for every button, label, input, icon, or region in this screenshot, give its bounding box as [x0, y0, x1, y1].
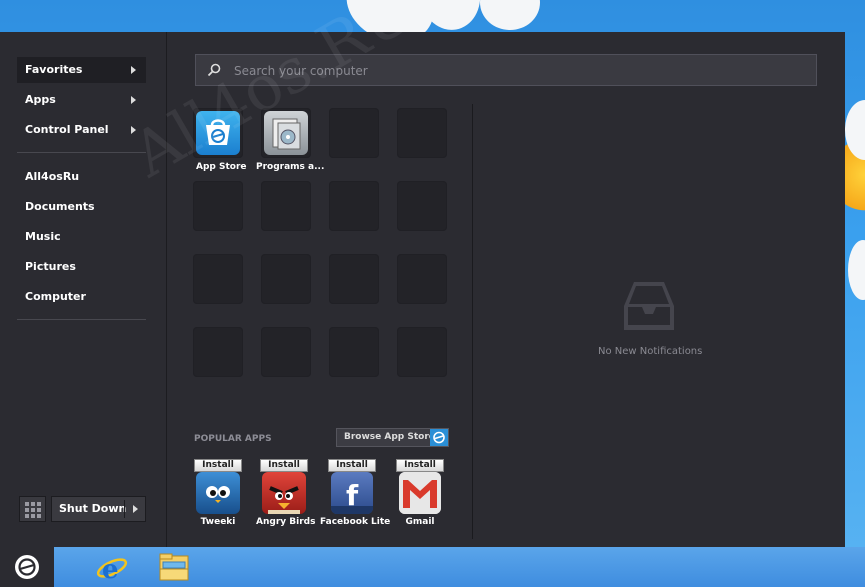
file-explorer-icon[interactable]	[158, 552, 190, 582]
tile-empty[interactable]	[261, 254, 311, 304]
start-orb-icon	[15, 555, 39, 579]
tile-empty[interactable]	[397, 327, 447, 377]
angry-birds-icon[interactable]	[262, 472, 306, 514]
app-label: Tweeki	[200, 517, 236, 527]
tile-label: Programs a...	[256, 162, 325, 172]
popular-apps-heading: POPULAR APPS	[194, 434, 272, 444]
taskbar: e	[0, 547, 865, 587]
tile-empty[interactable]	[329, 254, 379, 304]
install-button[interactable]: Install	[396, 459, 444, 472]
divider	[17, 319, 146, 320]
sidebar-item-documents[interactable]: Documents	[17, 194, 146, 220]
chevron-right-icon	[131, 66, 136, 74]
install-button[interactable]: Install	[328, 459, 376, 472]
app-store-icon	[430, 429, 448, 446]
tile-empty[interactable]	[193, 327, 243, 377]
tile-empty[interactable]	[397, 254, 447, 304]
facebook-icon[interactable]: f	[331, 472, 373, 514]
chevron-right-icon	[131, 96, 136, 104]
sidebar-item-computer[interactable]: Computer	[17, 284, 146, 310]
install-button[interactable]: Install	[194, 459, 242, 472]
inbox-icon	[624, 282, 674, 330]
tile-empty[interactable]	[397, 181, 447, 231]
tile-empty[interactable]	[261, 327, 311, 377]
gmail-icon[interactable]	[399, 472, 441, 514]
svg-text:e: e	[102, 555, 119, 583]
app-label: Facebook Lite	[320, 517, 391, 527]
install-button[interactable]: Install	[260, 459, 308, 472]
tile-empty[interactable]	[397, 108, 447, 158]
start-button[interactable]	[0, 547, 54, 587]
tile-empty[interactable]	[193, 181, 243, 231]
sidebar: Favorites Apps Control Panel All4osRu Do…	[0, 32, 167, 547]
chevron-right-icon[interactable]	[133, 505, 138, 513]
tile-empty[interactable]	[329, 181, 379, 231]
app-label: Gmail	[405, 517, 435, 527]
sidebar-item-music[interactable]: Music	[17, 224, 146, 250]
sidebar-item-apps[interactable]: Apps	[17, 87, 146, 113]
sidebar-item-favorites[interactable]: Favorites	[17, 57, 146, 83]
divider	[17, 152, 146, 153]
start-menu: Favorites Apps Control Panel All4osRu Do…	[0, 0, 845, 547]
tile-empty[interactable]	[329, 108, 379, 158]
tile-empty[interactable]	[329, 327, 379, 377]
all-apps-grid-button[interactable]	[19, 496, 46, 522]
shut-down-button[interactable]: Shut Down	[51, 496, 146, 522]
app-label: Angry Birds	[256, 517, 316, 527]
divider	[472, 104, 473, 539]
tile-empty[interactable]	[193, 254, 243, 304]
tile-empty[interactable]	[261, 181, 311, 231]
internet-explorer-icon[interactable]: e	[96, 551, 128, 583]
sidebar-item-all4osru[interactable]: All4osRu	[17, 164, 146, 190]
tweeki-icon[interactable]	[196, 472, 240, 514]
sidebar-item-pictures[interactable]: Pictures	[17, 254, 146, 280]
browse-app-store-button[interactable]: Browse App Store	[336, 428, 449, 447]
no-notifications-text: No New Notifications	[598, 346, 703, 357]
